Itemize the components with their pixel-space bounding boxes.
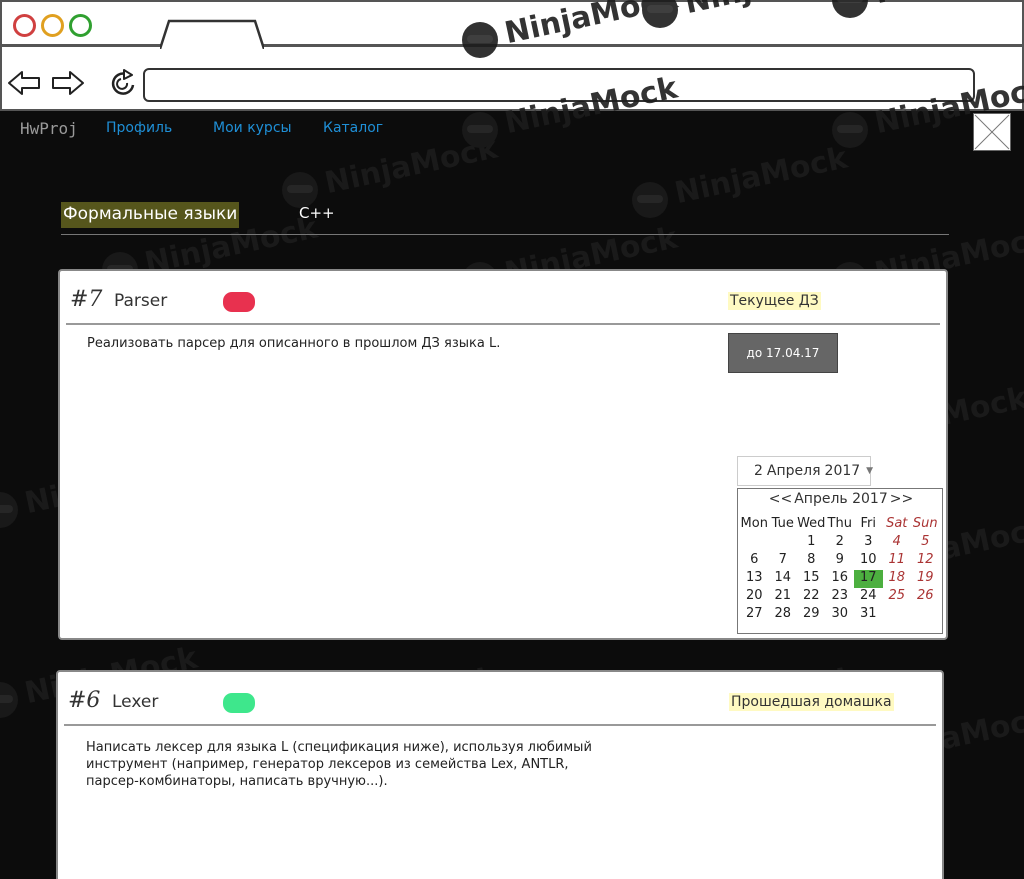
calendar-prev-button[interactable]: << [769, 491, 792, 507]
calendar-weekday: Sat [886, 516, 908, 531]
calendar-header: << Апрель 2017 >> [738, 491, 944, 507]
description-line: парсер-комбинаторы, написать вручную...)… [86, 774, 388, 789]
nav-link-catalog[interactable]: Каталог [323, 120, 383, 136]
calendar-day[interactable]: 30 [826, 606, 855, 624]
calendar-day[interactable]: 21 [769, 588, 798, 606]
calendar-day[interactable]: 16 [826, 570, 855, 588]
calendar-day[interactable]: 24 [854, 588, 883, 606]
calendar: << Апрель 2017 >> Mon Tue Wed Thu Fri Sat Sun 1… [737, 488, 943, 634]
calendar-day[interactable]: 18 [883, 570, 912, 588]
calendar-day[interactable]: 6 [740, 552, 769, 570]
browser-tab-outline [160, 19, 264, 49]
calendar-day[interactable]: 25 [883, 588, 912, 606]
date-month: Апреля [766, 463, 821, 479]
calendar-day[interactable]: 3 [854, 534, 883, 552]
calendar-day[interactable]: 26 [911, 588, 940, 606]
close-window-icon[interactable] [13, 14, 36, 37]
calendar-day[interactable]: 13 [740, 570, 769, 588]
calendar-day[interactable]: 14 [769, 570, 798, 588]
calendar-day[interactable]: 22 [797, 588, 826, 606]
calendar-day[interactable]: 27 [740, 606, 769, 624]
arrow-left-icon [8, 71, 40, 95]
tab-formal-languages[interactable]: Формальные языки [61, 202, 240, 228]
date-year: 2017 [824, 463, 861, 479]
status-badge [223, 292, 255, 312]
description-line: инструмент (например, генератор лексеров… [86, 757, 569, 772]
calendar-day[interactable]: 7 [769, 552, 798, 570]
calendar-day[interactable]: 20 [740, 588, 769, 606]
brand-logo[interactable]: HwProj [20, 119, 78, 138]
calendar-day[interactable]: 12 [911, 552, 940, 570]
calendar-day[interactable]: 5 [911, 534, 940, 552]
calendar-day[interactable]: 23 [826, 588, 855, 606]
calendar-day[interactable]: 9 [826, 552, 855, 570]
calendar-day[interactable]: 11 [883, 552, 912, 570]
date-select[interactable]: 2 Апреля 2017 ▼ [737, 456, 874, 486]
calendar-day[interactable]: 10 [854, 552, 883, 570]
homework-number: #6 [68, 688, 101, 713]
homework-header: #7 Parser Текущее ДЗ [66, 271, 940, 325]
deadline-button[interactable]: до 17.04.17 [728, 333, 838, 373]
homework-title[interactable]: Parser [114, 291, 167, 311]
homework-title[interactable]: Lexer [112, 692, 158, 712]
browser-chrome [0, 0, 1024, 111]
arrow-right-icon [52, 71, 84, 95]
image-placeholder-icon [974, 114, 1010, 150]
calendar-next-button[interactable]: >> [890, 491, 913, 507]
avatar[interactable] [973, 113, 1011, 151]
calendar-weekday: Fri [860, 516, 877, 531]
date-day: 2 [754, 463, 763, 479]
homework-description: Написать лексер для языка L (спецификаци… [86, 739, 706, 790]
reload-icon [111, 69, 135, 95]
calendar-day[interactable]: 4 [883, 534, 912, 552]
homework-description: Реализовать парсер для описанного в прош… [87, 336, 501, 351]
forward-button[interactable] [50, 66, 86, 100]
calendar-day[interactable]: 15 [797, 570, 826, 588]
calendar-empty-cell [911, 606, 940, 624]
calendar-grid: Mon Tue Wed Thu Fri Sat Sun 1 2 3 4 5 6 7 8 9 10 11 12 13 14… [740, 516, 940, 624]
reload-button[interactable] [106, 66, 142, 100]
calendar-day[interactable]: 1 [797, 534, 826, 552]
calendar-day[interactable]: 29 [797, 606, 826, 624]
maximize-window-icon[interactable] [69, 14, 92, 37]
status-badge [223, 693, 255, 713]
calendar-weekday: Mon [740, 516, 768, 531]
calendar-day[interactable]: 19 [911, 570, 940, 588]
description-line: Написать лексер для языка L (спецификаци… [86, 740, 592, 755]
calendar-day[interactable]: 8 [797, 552, 826, 570]
back-button[interactable] [6, 66, 42, 100]
calendar-empty-cell [769, 534, 798, 552]
tab-bar [2, 2, 1022, 49]
calendar-weekday: Thu [827, 516, 852, 531]
calendar-weekday: Wed [797, 516, 826, 531]
calendar-empty-cell [740, 534, 769, 552]
address-bar[interactable] [143, 68, 975, 102]
calendar-day[interactable]: 28 [769, 606, 798, 624]
homework-card-parser: #7 Parser Текущее ДЗ Реализовать парсер … [58, 269, 948, 640]
calendar-day[interactable]: 17 [854, 570, 883, 588]
course-tabs: Формальные языки C++ [61, 199, 949, 235]
homework-tag: Прошедшая домашка [729, 693, 894, 711]
homework-card-lexer: #6 Lexer Прошедшая домашка Написать лекс… [56, 670, 944, 879]
homework-header: #6 Lexer Прошедшая домашка [64, 672, 936, 726]
calendar-day[interactable]: 31 [854, 606, 883, 624]
app-navbar: HwProj Профиль Мои курсы Каталог [0, 111, 1024, 151]
calendar-month-title: Апрель 2017 [794, 491, 888, 507]
calendar-day[interactable]: 2 [826, 534, 855, 552]
tab-cpp[interactable]: C++ [299, 204, 335, 222]
chevron-down-icon: ▼ [866, 466, 874, 476]
homework-number: #7 [70, 287, 103, 312]
calendar-empty-cell [883, 606, 912, 624]
minimize-window-icon[interactable] [41, 14, 64, 37]
nav-link-profile[interactable]: Профиль [106, 120, 172, 136]
calendar-weekday: Tue [771, 516, 794, 531]
homework-tag: Текущее ДЗ [728, 292, 821, 310]
calendar-weekday: Sun [912, 516, 938, 531]
nav-link-my-courses[interactable]: Мои курсы [213, 120, 292, 136]
